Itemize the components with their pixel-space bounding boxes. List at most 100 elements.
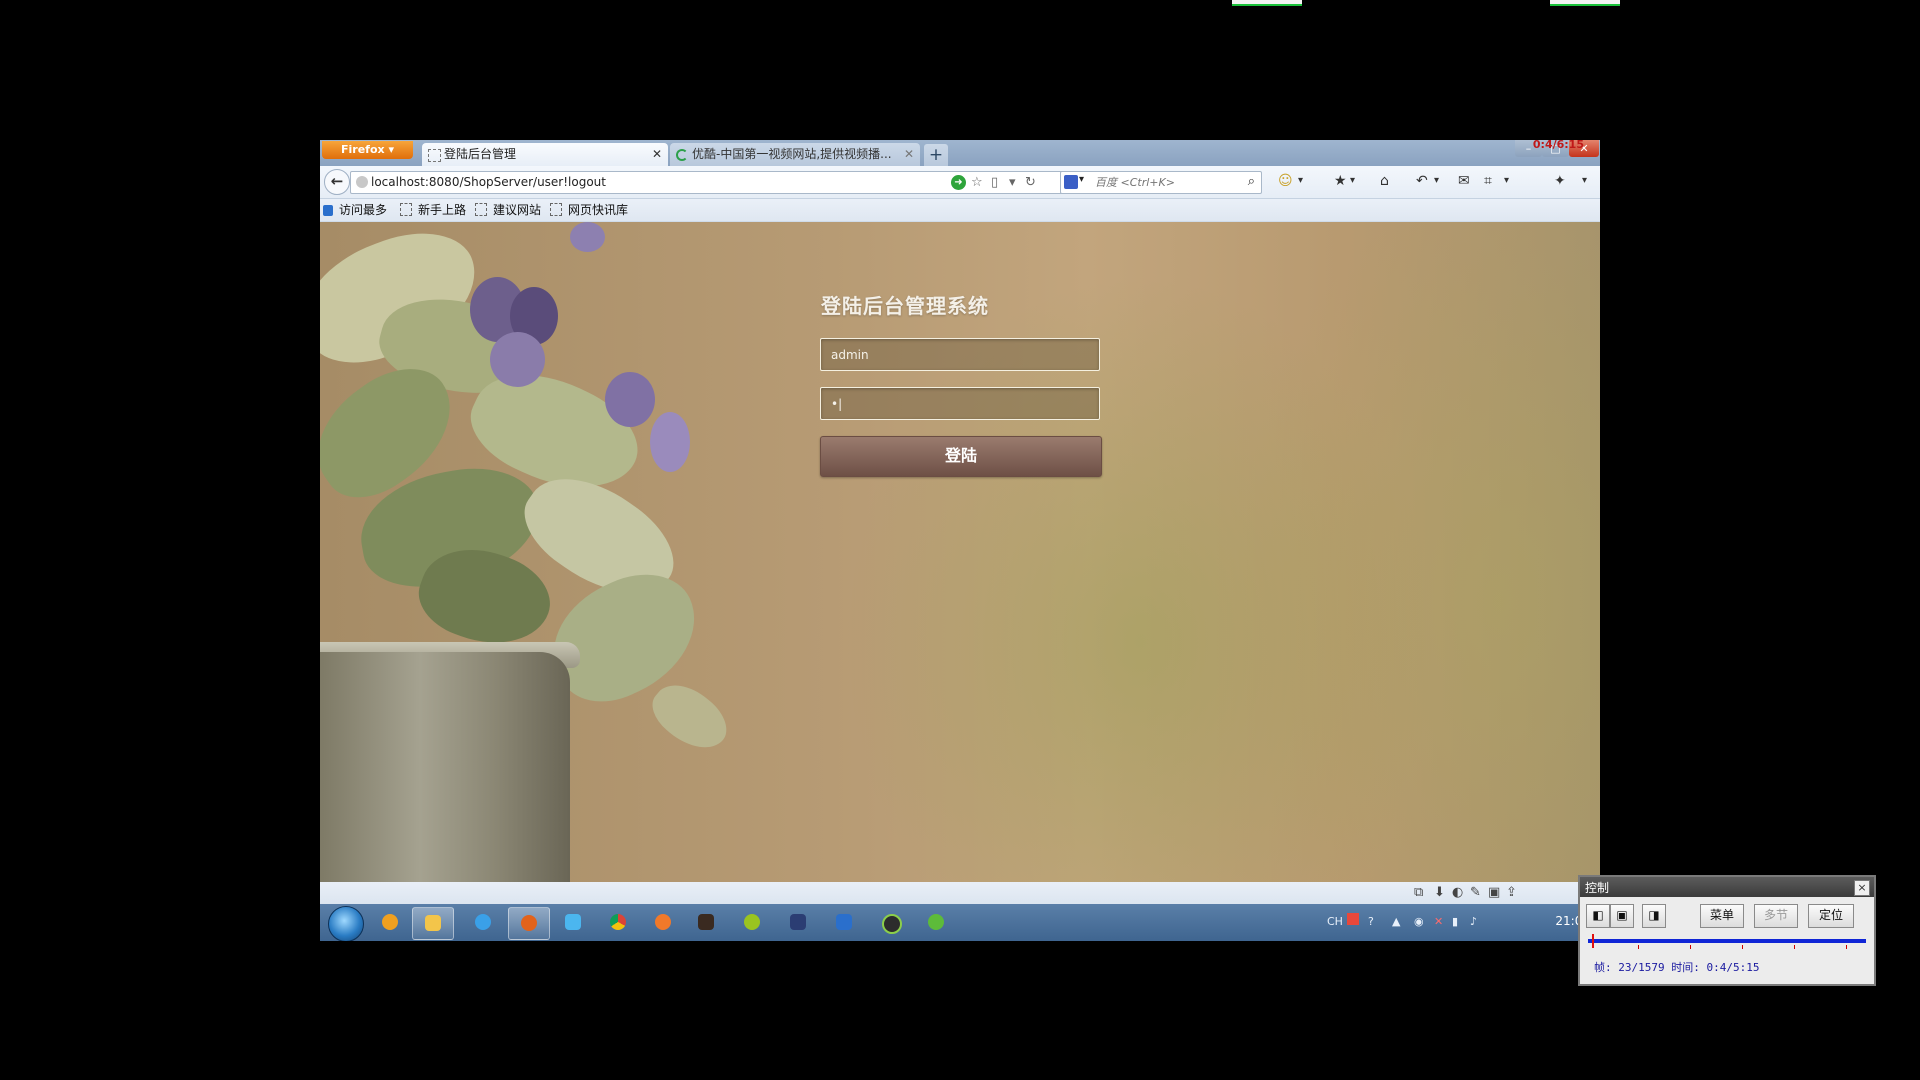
orange-app-icon [655,914,671,930]
qq-tray-icon[interactable]: ◉ [1414,915,1424,928]
wand-icon[interactable]: ✎ [1470,885,1481,900]
bookmark-suggested-sites[interactable]: 建议网站 [475,199,541,221]
locate-button[interactable]: 定位 [1808,904,1854,928]
prev-frame-button[interactable]: ◧ [1586,904,1610,928]
taskbar-app-green[interactable] [732,907,772,938]
share-icon[interactable]: ⇪ [1506,885,1517,900]
close-tab-icon[interactable]: ✕ [652,143,662,166]
tab-label: 优酷-中国第一视频网站,提供视频播... [692,147,892,161]
go-icon[interactable]: ➜ [951,175,966,190]
extension-icon[interactable]: ✦ [1554,173,1566,189]
url-input[interactable] [371,172,931,193]
taskbar-media-player[interactable] [370,907,410,938]
multi-section-button[interactable]: 多节 [1754,904,1798,928]
help-icon[interactable]: ? [1368,915,1374,928]
chevron-down-icon[interactable]: ▾ [1582,173,1587,189]
site-identity-icon[interactable] [356,176,368,188]
sogou-icon[interactable] [1347,913,1359,925]
volume-icon[interactable]: ♪ [1470,915,1477,928]
progress-track[interactable] [1588,939,1866,943]
bookmark-most-visited[interactable]: 访问最多 [323,199,387,221]
page-icon [400,203,412,216]
taskbar-app-terminal[interactable] [870,907,910,938]
tab-youku[interactable]: 优酷-中国第一视频网站,提供视频播... ✕ [670,143,920,166]
chevron-down-icon[interactable]: ▾ [1504,173,1509,189]
tab-login-admin[interactable]: 登陆后台管理 ✕ [422,143,668,166]
next-frame-button[interactable]: ◨ [1642,904,1666,928]
crop-icon[interactable]: ⌗ [1484,173,1492,189]
taskbar-word[interactable] [824,907,864,938]
signal-icon[interactable]: ▮ [1452,915,1458,928]
mask-icon[interactable]: ◐ [1452,885,1463,900]
login-page: 登陆后台管理系统 登陆 [320,222,1600,882]
bookmark-web-slices[interactable]: 网页快讯库 [550,199,628,221]
bookmark-icon [323,205,333,216]
chrome-icon [610,914,626,930]
taskbar-eclipse[interactable] [778,907,818,938]
qq-icon [565,914,581,930]
menu-button[interactable]: 菜单 [1700,904,1744,928]
tray-expand-icon[interactable]: ▲ [1392,915,1400,928]
flower-pot [320,652,570,882]
start-button[interactable] [328,906,364,941]
username-input[interactable] [831,339,1081,370]
taskbar-explorer[interactable] [412,907,454,940]
language-indicator[interactable]: CH [1327,915,1343,928]
chevron-down-icon[interactable]: ▾ [1079,174,1084,185]
password-input[interactable] [831,388,1081,419]
bookmark-getting-started[interactable]: 新手上路 [400,199,466,221]
login-button[interactable]: 登陆 [820,436,1102,477]
page-icon [428,149,441,162]
firefox-menu-button[interactable]: Firefox ▾ [322,141,413,159]
bookmark-star-icon[interactable]: ☆ [971,175,983,190]
download-icon[interactable]: ⬇ [1434,885,1445,900]
panel-title-bar[interactable]: 控制 × [1580,877,1874,897]
screen-indicator-right [1550,0,1620,6]
screenshot-icon[interactable]: ▣ [1488,885,1500,900]
page-icon [550,203,562,216]
taskbar-chrome[interactable] [598,907,638,938]
close-tab-icon[interactable]: ✕ [904,143,914,166]
login-title: 登陆后台管理系统 [821,294,989,318]
undo-icon[interactable]: ↶ [1416,173,1428,189]
taskbar-qq-browser[interactable] [553,907,593,938]
tab-bar: Firefox ▾ 登陆后台管理 ✕ 优酷-中国第一视频网站,提供视频播... … [320,140,1600,166]
chevron-down-icon[interactable]: ▾ [1434,173,1439,189]
status-bar: ⧉ ⬇ ◐ ✎ ▣ ⇪ [320,882,1600,904]
bookmarks-menu-icon[interactable]: ★ [1334,173,1347,189]
new-tab-button[interactable]: + [924,144,948,166]
green-app-icon [744,914,760,930]
home-icon[interactable]: ⌂ [1380,173,1389,189]
search-icon[interactable]: ⌕ [1248,174,1255,189]
search-engine-icon[interactable] [1064,175,1078,189]
reload-icon[interactable]: ↻ [1025,175,1036,190]
chat-icon[interactable]: ✉ [1458,173,1470,189]
chevron-down-icon[interactable]: ▾ [1350,173,1355,189]
mobile-icon[interactable]: ▯ [991,175,998,190]
taskbar-app-orange[interactable] [643,907,683,938]
chevron-down-icon[interactable]: ▾ [1298,173,1303,189]
taskbar-firefox[interactable] [508,907,550,940]
word-icon [836,914,852,930]
search-bar[interactable]: ▾ ⌕ [1060,171,1262,194]
url-bar[interactable]: ➜ ☆ ▯ ▾ ↻ [350,171,1076,194]
panel-title: 控制 [1585,881,1610,895]
taskbar-ie[interactable] [463,907,503,938]
stop-button[interactable]: ▣ [1610,904,1634,928]
folder-icon [425,915,441,931]
close-icon[interactable]: × [1854,880,1870,896]
window-icon[interactable]: ⧉ [1414,885,1423,900]
page-icon [475,203,487,216]
back-button[interactable]: ← [324,169,350,195]
search-input[interactable] [1095,172,1235,193]
password-field[interactable] [820,387,1100,420]
media-player-icon [382,914,398,930]
username-field[interactable] [820,338,1100,371]
tab-label: 登陆后台管理 [444,147,517,161]
taskbar-app-dark[interactable] [686,907,726,938]
taskbar-app-leaf[interactable] [916,907,956,938]
network-error-icon[interactable]: ✕ [1434,915,1443,928]
progress-thumb[interactable] [1592,934,1595,948]
addon-icon[interactable]: ☺ [1278,173,1293,189]
dropdown-icon[interactable]: ▾ [1009,175,1016,190]
